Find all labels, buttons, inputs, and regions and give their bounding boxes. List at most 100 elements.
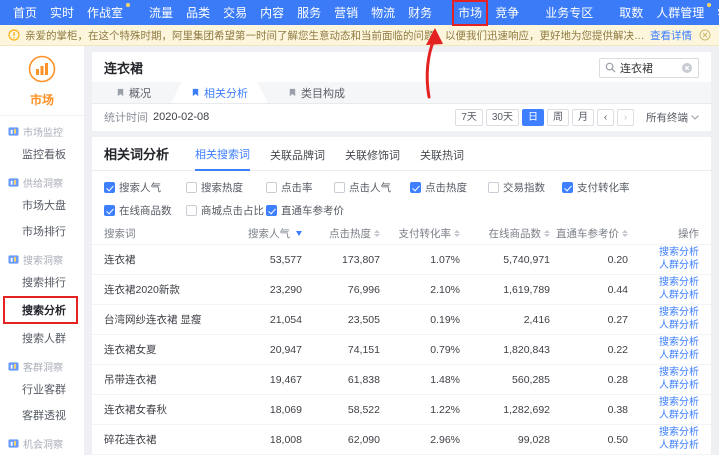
crowd-analysis-link[interactable]: 人群分析 [659, 350, 699, 363]
keyword-search-box[interactable] [599, 58, 699, 78]
nav-item-data-extract[interactable]: 取数 [616, 4, 646, 22]
tab-related-hot-words[interactable]: 关联热词 [420, 147, 464, 170]
sidebar-section-search-insight: 搜索洞察 [0, 244, 84, 269]
click-heat: 173,807 [302, 254, 380, 266]
sidebar-item-market-overview[interactable]: 市场大盘 [0, 192, 84, 218]
checkbox-icon [266, 182, 277, 193]
table-row: 碎花连衣裙 18,008 62,090 2.96% 99,028 0.50 搜索… [92, 424, 711, 454]
checkbox-icon [410, 182, 421, 193]
pin-icon [116, 88, 125, 97]
filter-search-popularity[interactable]: 搜索人气 [104, 180, 186, 195]
search-analysis-link[interactable]: 搜索分析 [659, 337, 699, 350]
search-analysis-link[interactable]: 搜索分析 [659, 247, 699, 260]
filter-label: 搜索热度 [201, 180, 243, 195]
nav-item-marketing[interactable]: 营销 [331, 4, 361, 22]
filter-online-items[interactable]: 在线商品数 [104, 203, 186, 218]
crowd-analysis-link[interactable]: 人群分析 [659, 410, 699, 423]
ppc-price: 0.28 [550, 374, 628, 386]
filter-search-heat[interactable]: 搜索热度 [186, 180, 266, 195]
search-analysis-link[interactable]: 搜索分析 [659, 427, 699, 440]
analysis-title: 相关词分析 [104, 144, 169, 170]
nav-item-war-room[interactable]: 作战室 [84, 4, 126, 22]
nav-item-competition[interactable]: 竞争 [492, 4, 522, 22]
nav-item-service[interactable]: 服务 [294, 4, 324, 22]
column-header-ppc-price[interactable]: 直通车参考价 [550, 226, 628, 241]
tab-related-modifier-words[interactable]: 关联修饰词 [345, 147, 400, 170]
nav-label: 物流 [371, 6, 395, 20]
column-header-search-popularity[interactable]: 搜索人气 [232, 226, 302, 241]
crowd-analysis-link[interactable]: 人群分析 [659, 380, 699, 393]
nav-item-realtime[interactable]: 实时 [47, 4, 77, 22]
nav-item-traffic[interactable]: 流量 [146, 4, 176, 22]
nav-item-business-zone[interactable]: 业务专区 [542, 4, 596, 22]
granularity-month-button[interactable]: 月 [572, 109, 594, 126]
stat-time-label: 统计时间 [104, 109, 148, 125]
nav-item-content[interactable]: 内容 [257, 4, 287, 22]
column-header-online-items[interactable]: 在线商品数 [460, 226, 550, 241]
table-row: 连衣裙女春秋 18,069 58,522 1.22% 1,282,692 0.3… [92, 394, 711, 424]
granularity-day-button[interactable]: 日 [522, 109, 544, 126]
section-title: 市场监控 [23, 124, 63, 139]
nav-item-crowd-management[interactable]: 人群管理 [653, 4, 707, 22]
crowd-analysis-link[interactable]: 人群分析 [659, 290, 699, 303]
filter-label: 点击率 [281, 180, 313, 195]
tab-category-composition[interactable]: 类目构成 [268, 82, 365, 103]
notice-detail-link[interactable]: 查看详情 [650, 28, 692, 43]
notice-close-icon[interactable] [699, 29, 711, 41]
nav-item-logistics[interactable]: 物流 [368, 4, 398, 22]
terminal-dropdown[interactable]: 所有终端 [646, 110, 699, 125]
filter-trade-index[interactable]: 交易指数 [488, 180, 562, 195]
nav-item-academy[interactable]: 学院 [714, 4, 719, 22]
prev-date-button[interactable]: ‹ [597, 109, 614, 126]
click-heat: 58,522 [302, 404, 380, 416]
granularity-week-button[interactable]: 周 [547, 109, 569, 126]
row-actions: 搜索分析人群分析 [628, 275, 699, 304]
next-date-button[interactable]: › [617, 109, 634, 126]
column-label: 支付转化率 [399, 226, 452, 241]
checkbox-icon [186, 182, 197, 193]
filter-click-popularity[interactable]: 点击人气 [334, 180, 410, 195]
search-analysis-link[interactable]: 搜索分析 [659, 397, 699, 410]
keyword-search-input[interactable] [620, 62, 677, 74]
search-analysis-link[interactable]: 搜索分析 [659, 307, 699, 320]
sidebar-item-industry-customers[interactable]: 行业客群 [0, 376, 84, 402]
range-30d-button[interactable]: 30天 [486, 109, 519, 126]
checkbox-icon [562, 182, 573, 193]
nav-item-finance[interactable]: 财务 [405, 4, 435, 22]
sidebar-item-customer-perspective[interactable]: 客群透视 [0, 402, 84, 428]
filter-ppc-reference-price[interactable]: 直通车参考价 [266, 203, 334, 218]
tab-related-search-words[interactable]: 相关搜索词 [195, 146, 250, 171]
clear-icon[interactable] [681, 62, 693, 74]
sidebar-item-search-ranking[interactable]: 搜索排行 [0, 269, 84, 295]
sidebar-logo-label: 市场 [0, 91, 84, 108]
filter-click-heat[interactable]: 点击热度 [410, 180, 488, 195]
search-analysis-link[interactable]: 搜索分析 [659, 367, 699, 380]
nav-item-market[interactable]: 市场 [455, 3, 485, 23]
notice-text: 亲爱的掌柜，在这个特殊时期，阿里集团希望第一时间了解您生意动态和当前面临的问题，… [25, 28, 645, 43]
nav-item-category[interactable]: 品类 [183, 4, 213, 22]
row-actions: 搜索分析人群分析 [628, 395, 699, 424]
pay-conversion: 1.22% [380, 404, 460, 416]
nav-item-trade[interactable]: 交易 [220, 4, 250, 22]
filter-pay-conversion[interactable]: 支付转化率 [562, 180, 699, 195]
crowd-analysis-link[interactable]: 人群分析 [659, 440, 699, 453]
new-badge-dot [707, 3, 711, 7]
column-header-pay-conversion[interactable]: 支付转化率 [380, 226, 460, 241]
filter-label: 直通车参考价 [281, 203, 344, 218]
filter-click-rate[interactable]: 点击率 [266, 180, 334, 195]
sidebar-item-market-ranking[interactable]: 市场排行 [0, 218, 84, 244]
filter-mall-click-share[interactable]: 商城点击占比 [186, 203, 266, 218]
range-7d-button[interactable]: 7天 [455, 109, 483, 126]
nav-item-home[interactable]: 首页 [10, 4, 40, 22]
crowd-analysis-link[interactable]: 人群分析 [659, 260, 699, 273]
tab-overview[interactable]: 概况 [96, 82, 171, 103]
crowd-analysis-link[interactable]: 人群分析 [659, 320, 699, 333]
sidebar-item-monitor-board[interactable]: 监控看板 [0, 141, 84, 167]
sidebar-item-search-analysis[interactable]: 搜索分析 [5, 298, 76, 322]
sidebar-item-search-crowd[interactable]: 搜索人群 [0, 325, 84, 351]
column-header-click-heat[interactable]: 点击热度 [302, 226, 380, 241]
search-analysis-link[interactable]: 搜索分析 [659, 277, 699, 290]
online-items: 2,416 [460, 314, 550, 326]
tab-related-brand-words[interactable]: 关联品牌词 [270, 147, 325, 170]
tab-related-analysis[interactable]: 相关分析 [171, 82, 268, 103]
